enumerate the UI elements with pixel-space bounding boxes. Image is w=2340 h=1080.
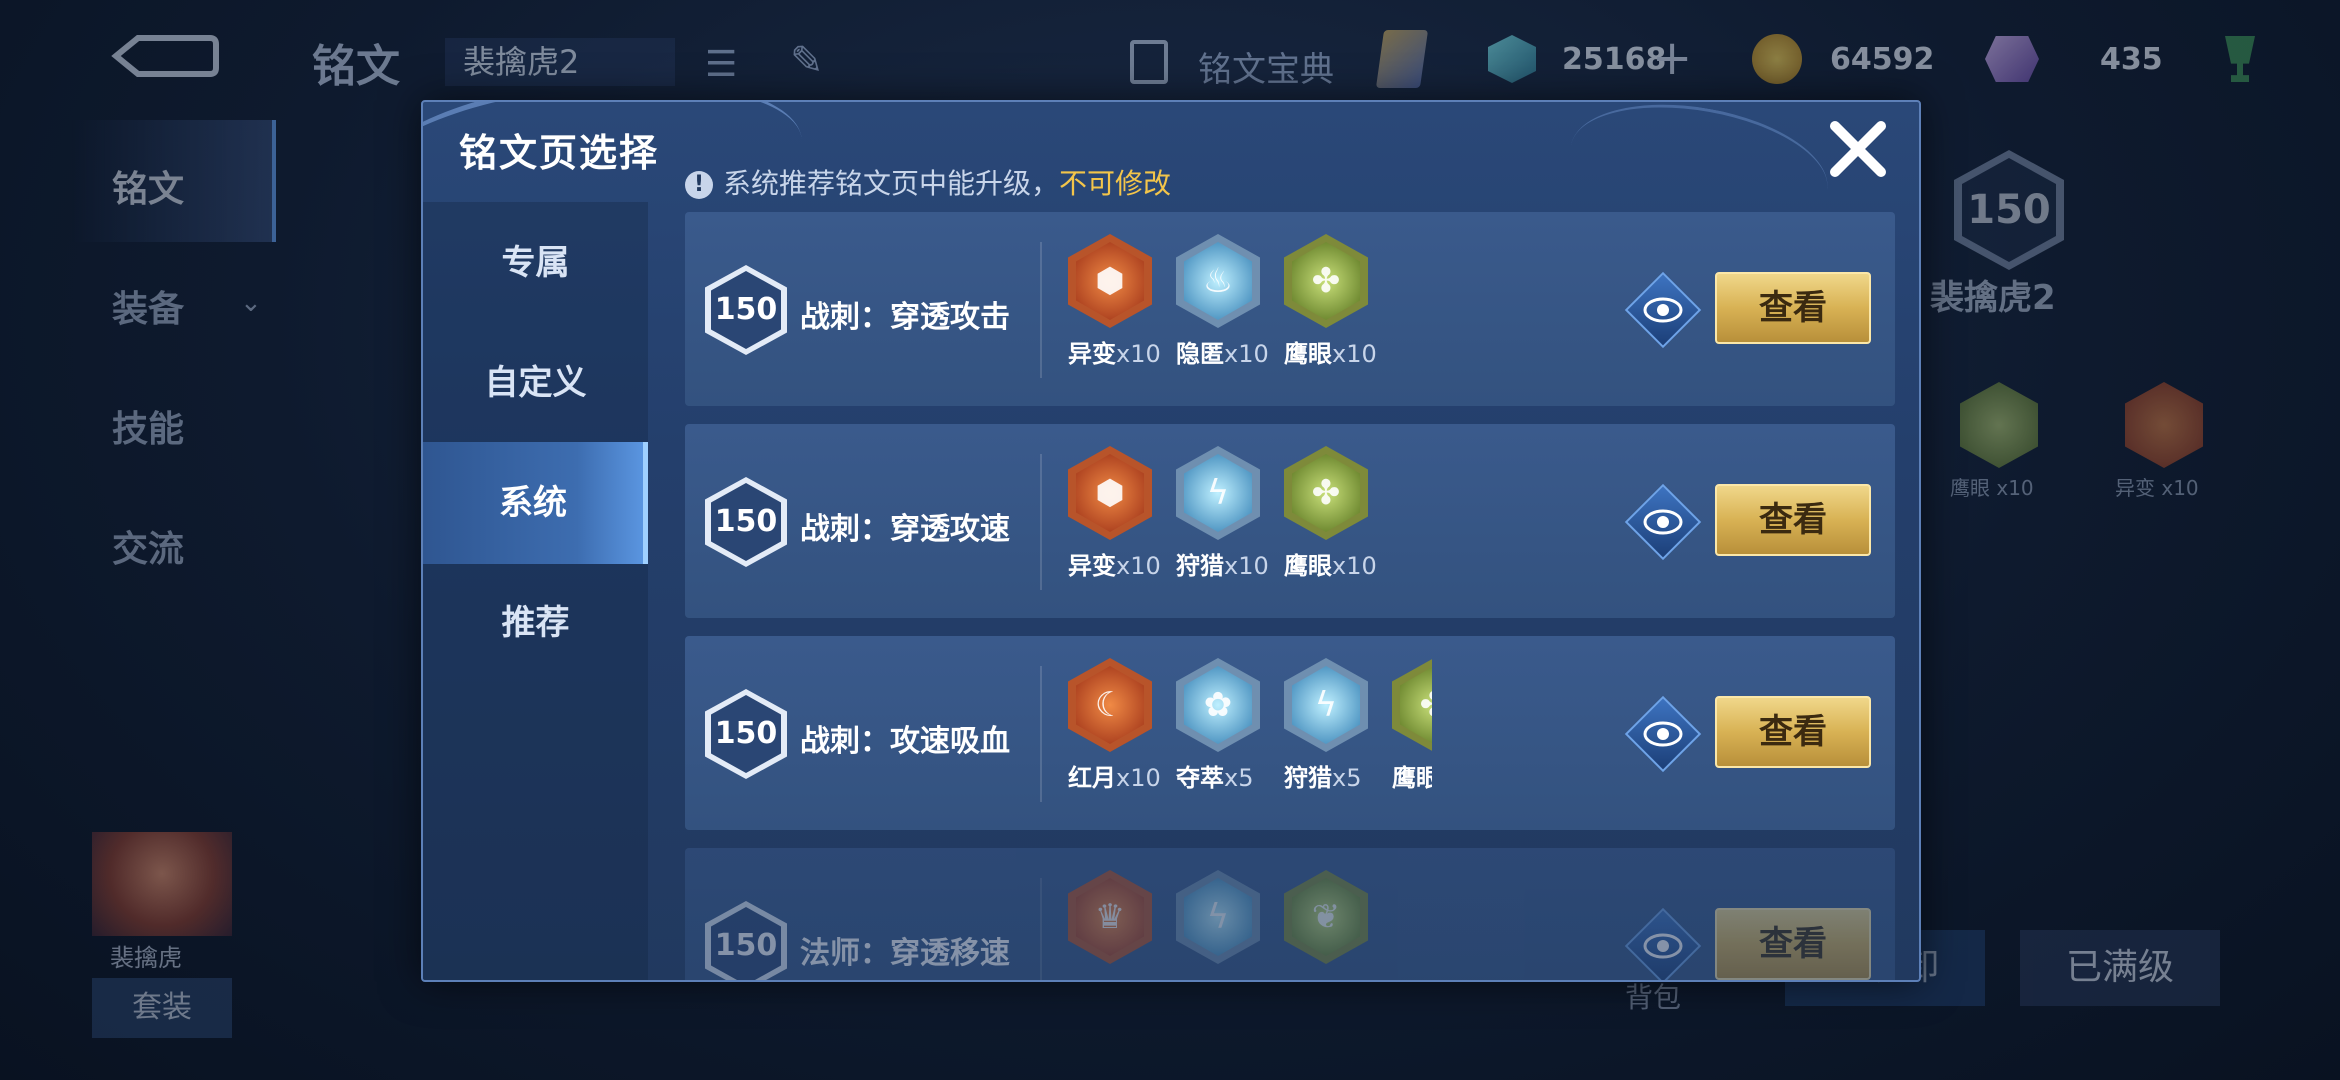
eye-icon xyxy=(1643,509,1683,535)
hero-avatar[interactable] xyxy=(92,832,232,936)
level-badge: 150 xyxy=(705,265,787,355)
rune-page-select-modal: 铭文页选择 ! 系统推荐铭文页中能升级，不可修改 专属 自定义 系统 推荐 150… xyxy=(421,100,1921,982)
rune-page-name: 战刺：攻速吸血 xyxy=(800,724,1010,759)
nav-item-skills[interactable]: 技能 xyxy=(112,400,184,452)
rune-label: 异变x10 xyxy=(1068,552,1161,580)
rune-label: 隐匿x10 xyxy=(1176,340,1269,368)
gem-icon xyxy=(1488,35,1536,83)
lightning-rune-icon[interactable]: ϟ xyxy=(1176,446,1260,540)
rune-label: 狩猎x10 xyxy=(1176,552,1269,580)
level-badge: 150 xyxy=(705,901,787,980)
rune-label: 异变 x10 xyxy=(2115,476,2199,500)
moon-rune-icon[interactable]: ☾ xyxy=(1068,658,1152,752)
clover-rune-icon[interactable]: ✤ xyxy=(1284,446,1368,540)
trophy-icon[interactable] xyxy=(2225,36,2255,82)
preview-button[interactable] xyxy=(1624,695,1702,773)
rune-label: 鹰眼 x10 xyxy=(1950,476,2034,500)
rune-overflow-clip: ✤ 鹰眼 xyxy=(1382,636,1432,830)
tab-recommended[interactable]: 推荐 xyxy=(423,562,648,684)
level-badge: 150 xyxy=(1954,150,2064,270)
level-badge: 150 xyxy=(705,689,787,779)
card-icon[interactable] xyxy=(1375,30,1429,88)
rune-page-row[interactable]: 150 战刺：穿透攻速 ⬢ 异变x10 ϟ 狩猎x10 ✤ 鹰眼x10 查看 xyxy=(685,424,1895,618)
preview-button[interactable] xyxy=(1624,483,1702,561)
crystal-count: 435 xyxy=(2100,42,2163,77)
divider xyxy=(1040,242,1042,378)
gem-count: 25168 xyxy=(1562,42,1667,77)
hexagon-rune-icon[interactable] xyxy=(2125,382,2203,468)
flame-rune-icon[interactable]: ♨ xyxy=(1176,234,1260,328)
close-icon xyxy=(1830,121,1886,177)
lightning-rune-icon[interactable]: ϟ xyxy=(1176,870,1260,964)
view-button[interactable]: 查看 xyxy=(1715,272,1871,344)
add-gems-button[interactable]: + xyxy=(1652,30,1692,86)
nav-item-social[interactable]: 交流 xyxy=(112,520,184,572)
edit-icon[interactable]: ✎ xyxy=(790,38,824,84)
tab-exclusive[interactable]: 专属 xyxy=(423,202,648,324)
codex-label[interactable]: 铭文宝典 xyxy=(1198,42,1334,91)
notice-text: 系统推荐铭文页中能升级， xyxy=(723,167,1060,200)
rune-label: 异变x10 xyxy=(1068,340,1161,368)
close-button[interactable] xyxy=(1825,116,1891,182)
chevron-down-icon: ⌄ xyxy=(240,288,262,318)
notice: ! 系统推荐铭文页中能升级，不可修改 xyxy=(685,162,1171,202)
view-button[interactable]: 查看 xyxy=(1715,696,1871,768)
tab-system[interactable]: 系统 xyxy=(423,442,648,564)
nav-item-equipment[interactable]: 装备 xyxy=(112,280,184,332)
rune-page-name: 法师：穿透移速 xyxy=(800,936,1010,971)
eye-icon xyxy=(1643,297,1683,323)
divider xyxy=(1040,454,1042,590)
rune-page-list[interactable]: 150 战刺：穿透攻击 ⬢ 异变x10 ♨ 隐匿x10 ✤ 鹰眼x10 查看 1… xyxy=(685,212,1895,980)
view-button[interactable]: 查看 xyxy=(1715,484,1871,556)
list-icon[interactable]: ☰ xyxy=(705,44,737,85)
rune-label: 鹰眼x10 xyxy=(1284,552,1377,580)
divider xyxy=(1040,878,1042,980)
modal-title: 铭文页选择 xyxy=(459,131,660,175)
notice-highlight: 不可修改 xyxy=(1059,167,1172,200)
clover-rune-icon[interactable]: ✤ xyxy=(1284,234,1368,328)
preview-button[interactable] xyxy=(1624,907,1702,980)
rune-label: 夺萃x5 xyxy=(1176,764,1254,792)
bag-label[interactable]: 背包 xyxy=(1625,976,1681,1016)
back-button[interactable] xyxy=(110,30,220,82)
level-badge: 150 xyxy=(705,477,787,567)
suit-button[interactable]: 套装 xyxy=(92,978,232,1038)
eye-icon xyxy=(1643,933,1683,959)
crystal-icon xyxy=(1985,36,2039,82)
hexagon-rune-icon[interactable]: ⬢ xyxy=(1068,234,1152,328)
rune-page-name[interactable]: 裴擒虎2 xyxy=(445,38,675,86)
preview-button[interactable] xyxy=(1624,271,1702,349)
eye-icon xyxy=(1643,721,1683,747)
maxed-button[interactable]: 已满级 xyxy=(2020,930,2220,1006)
clover-rune-icon[interactable] xyxy=(1960,382,2038,468)
rune-page-name: 战刺：穿透攻击 xyxy=(800,300,1010,335)
rune-label: 鹰眼x10 xyxy=(1284,340,1377,368)
leaf-rune-icon[interactable]: ❦ xyxy=(1284,870,1368,964)
divider xyxy=(1040,666,1042,802)
lightning-rune-icon[interactable]: ϟ xyxy=(1284,658,1368,752)
crown-rune-icon[interactable]: ♛ xyxy=(1068,870,1152,964)
book-icon[interactable] xyxy=(1130,40,1168,84)
view-button[interactable]: 查看 xyxy=(1715,908,1871,980)
nav-item-runes[interactable]: 铭文 xyxy=(112,160,184,212)
knot-rune-icon[interactable]: ✿ xyxy=(1176,658,1260,752)
hero-name: 裴擒虎 xyxy=(110,944,182,972)
gold-count: 64592 xyxy=(1830,42,1935,77)
page-title: 铭文 xyxy=(312,41,400,92)
hexagon-rune-icon[interactable]: ⬢ xyxy=(1068,446,1152,540)
clover-rune-icon[interactable]: ✤ xyxy=(1392,658,1432,752)
rune-page-row[interactable]: 150 战刺：攻速吸血 ☾ 红月x10 ✿ 夺萃x5 ϟ 狩猎x5 ✤ 鹰眼 查… xyxy=(685,636,1895,830)
rune-label: 鹰眼 xyxy=(1392,764,1432,792)
rune-page-name: 战刺：穿透攻速 xyxy=(800,512,1010,547)
gold-coin-icon xyxy=(1752,34,1802,84)
right-page-name: 裴擒虎2 xyxy=(1930,278,2056,318)
rune-page-row[interactable]: 150 战刺：穿透攻击 ⬢ 异变x10 ♨ 隐匿x10 ✤ 鹰眼x10 查看 xyxy=(685,212,1895,406)
rune-page-row[interactable]: 150 法师：穿透移速 ♛ ϟ ❦ 查看 xyxy=(685,848,1895,980)
modal-sidebar: 专属 自定义 系统 推荐 xyxy=(423,202,648,980)
rune-label: 狩猎x5 xyxy=(1284,764,1362,792)
tab-custom[interactable]: 自定义 xyxy=(423,322,648,444)
info-icon: ! xyxy=(685,171,713,199)
rune-label: 红月x10 xyxy=(1068,764,1161,792)
